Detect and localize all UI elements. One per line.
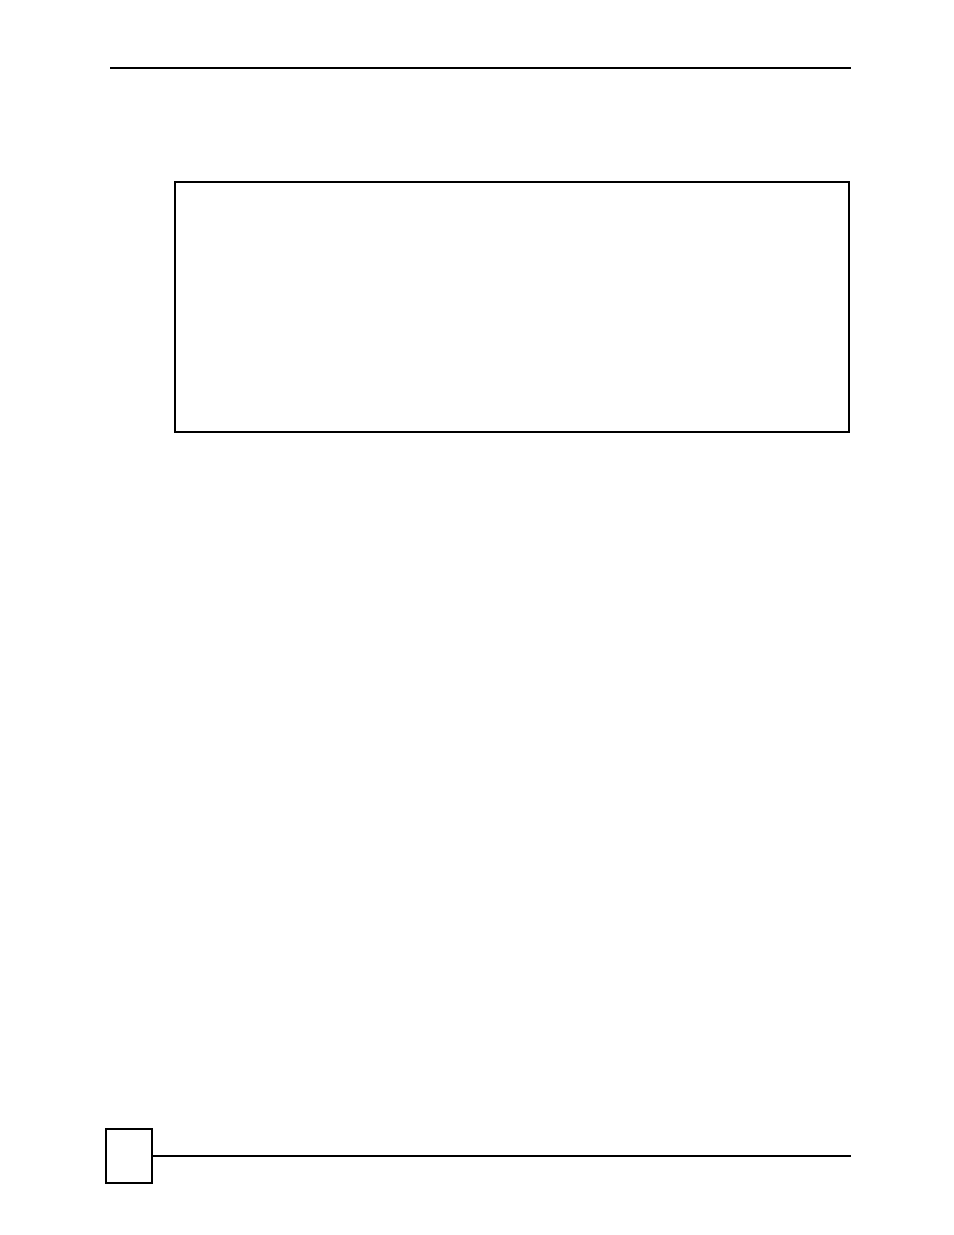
- document-page: [0, 0, 954, 1235]
- content-box: [174, 181, 850, 433]
- footer: [105, 1128, 851, 1184]
- page-number-box: [105, 1128, 153, 1184]
- header-rule: [110, 67, 851, 69]
- footer-rule: [153, 1155, 851, 1157]
